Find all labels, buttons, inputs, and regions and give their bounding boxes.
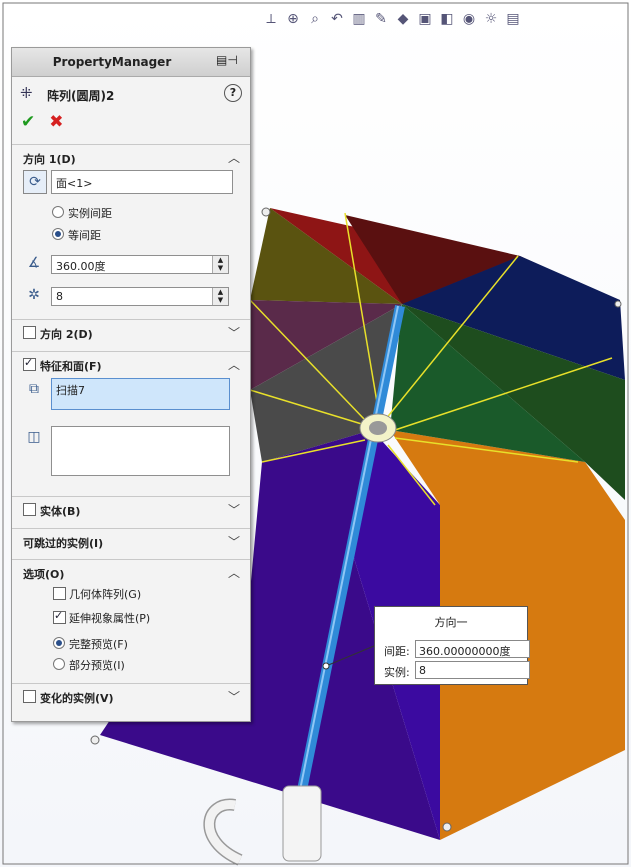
skip-instances-label: 可跳过的实例(I) xyxy=(23,537,104,550)
full-preview-radio[interactable] xyxy=(53,637,65,649)
equal-spacing-radio[interactable] xyxy=(52,228,64,240)
chevron-up-icon[interactable]: ︿ xyxy=(228,564,240,581)
full-preview-label: 完整预览(F) xyxy=(69,638,128,651)
feature-list-item[interactable]: 扫描7 xyxy=(56,382,85,398)
angle-spinner[interactable]: ▲ ▼ xyxy=(212,256,228,273)
dynamic-annotation-icon[interactable]: ✎ xyxy=(372,10,390,28)
skip-instances-header[interactable]: 可跳过的实例(I) ﹀ xyxy=(12,528,250,553)
scene-icon[interactable]: ☼ xyxy=(482,10,500,28)
direction1-label: 方向 1(D) xyxy=(23,153,76,166)
pin-icon[interactable]: ▤⊣ xyxy=(216,53,244,70)
view-orient-icon[interactable]: ⟂ xyxy=(262,10,280,28)
bodies-header[interactable]: 实体(B) ﹀ xyxy=(12,496,250,521)
faces-icon: ◫ xyxy=(27,429,41,445)
instance-spacing-label: 实例间距 xyxy=(68,207,112,220)
bodies-checkbox[interactable] xyxy=(23,503,36,516)
features-list[interactable]: 扫描7 xyxy=(51,378,230,410)
partial-preview-radio[interactable] xyxy=(53,658,65,670)
direction-callout: 方向一 间距: 360.00000000度 实例: 8 xyxy=(374,606,530,685)
zoom-area-icon[interactable]: ⌕ xyxy=(306,10,324,28)
callout-spacing-row: 间距: 360.00000000度 xyxy=(380,640,530,658)
equal-spacing-label: 等间距 xyxy=(68,229,101,242)
property-manager: PropertyManager ▤⊣ ⁜ 阵列(圆周)2 ? ✔ ✖ 方向 1(… xyxy=(11,47,251,722)
ok-button[interactable]: ✔ xyxy=(21,112,35,132)
features-faces-header[interactable]: 特征和面(F) ︿ xyxy=(12,351,250,376)
instance-spacing-radio[interactable] xyxy=(52,206,64,218)
chevron-up-icon[interactable]: ︿ xyxy=(228,356,240,373)
umbrella-handle xyxy=(282,785,322,862)
chevron-down-icon[interactable]: ﹀ xyxy=(228,688,240,705)
pm-title: PropertyManager xyxy=(52,55,172,69)
callout-instances-label: 实例: xyxy=(384,666,410,679)
bodies-label: 实体(B) xyxy=(40,505,81,518)
callout-spacing-label: 间距: xyxy=(384,645,410,658)
settings-icon[interactable]: ▤ xyxy=(504,10,522,28)
hide-show-icon[interactable]: ◧ xyxy=(438,10,456,28)
direction2-header[interactable]: 方向 2(D) ﹀ xyxy=(12,319,250,344)
appearance-icon[interactable]: ◉ xyxy=(460,10,478,28)
varying-instances-checkbox[interactable] xyxy=(23,690,36,703)
instance-count-icon: ✲ xyxy=(28,287,40,303)
zoom-fit-icon[interactable]: ⊕ xyxy=(284,10,302,28)
angle-icon: ∡ xyxy=(27,255,41,271)
section-view-icon[interactable]: ▥ xyxy=(350,10,368,28)
faces-list[interactable] xyxy=(51,426,230,476)
options-label: 选项(O) xyxy=(23,568,65,581)
angle-field[interactable]: 360.00度 ▲ ▼ xyxy=(51,255,229,274)
features-faces-label: 特征和面(F) xyxy=(40,360,102,373)
features-icon: ⧉ xyxy=(29,381,39,397)
features-faces-checkbox[interactable] xyxy=(23,356,36,371)
varying-instances-header[interactable]: 变化的实例(V) ﹀ xyxy=(12,683,250,708)
callout-spacing-field[interactable]: 360.00000000度 xyxy=(415,640,530,658)
varying-instances-label: 变化的实例(V) xyxy=(40,692,114,705)
angle-value: 360.00度 xyxy=(56,260,106,273)
geometry-pattern-checkbox[interactable] xyxy=(53,587,66,600)
chevron-up-icon[interactable]: ︿ xyxy=(228,149,240,166)
heads-up-toolbar: ⟂ ⊕ ⌕ ↶ ▥ ✎ ◆ ▣ ◧ ◉ ☼ ▤ xyxy=(262,8,522,30)
direction2-label: 方向 2(D) xyxy=(40,328,93,341)
chevron-down-icon[interactable]: ﹀ xyxy=(228,501,240,518)
count-spinner[interactable]: ▲ ▼ xyxy=(212,288,228,305)
callout-instances-value: 8 xyxy=(419,664,426,677)
cancel-button[interactable]: ✖ xyxy=(49,112,63,132)
callout-instances-field[interactable]: 8 xyxy=(415,661,530,679)
axis-face-field[interactable]: 面<1> xyxy=(51,170,233,194)
circular-pattern-icon: ⁜ xyxy=(20,84,33,102)
reverse-direction-icon[interactable]: ⟳ xyxy=(23,170,47,194)
direction1-header[interactable]: 方向 1(D) ︿ xyxy=(12,144,250,169)
callout-instances-row: 实例: 8 xyxy=(380,661,530,679)
propagate-visual-label: 延伸视象属性(P) xyxy=(69,612,151,625)
window: ⟂ ⊕ ⌕ ↶ ▥ ✎ ◆ ▣ ◧ ◉ ☼ ▤ PropertyManager … xyxy=(0,0,631,867)
options-header[interactable]: 选项(O) ︿ xyxy=(12,559,250,584)
ok-cancel-group: ✔ ✖ xyxy=(21,112,64,132)
partial-preview-label: 部分预览(I) xyxy=(69,659,125,672)
count-value: 8 xyxy=(56,290,63,303)
chevron-down-icon[interactable]: ﹀ xyxy=(228,533,240,550)
chevron-down-icon[interactable]: ﹀ xyxy=(228,324,240,341)
callout-spacing-value: 360.00000000度 xyxy=(419,645,511,658)
feature-row: ⁜ 阵列(圆周)2 ? xyxy=(20,84,245,104)
feature-name: 阵列(圆周)2 xyxy=(47,89,115,103)
propagate-visual-checkbox[interactable] xyxy=(53,609,66,624)
direction2-checkbox[interactable] xyxy=(23,326,36,339)
display-style-icon[interactable]: ▣ xyxy=(416,10,434,28)
count-field[interactable]: 8 ▲ ▼ xyxy=(51,287,229,306)
pm-header: PropertyManager ▤⊣ xyxy=(12,48,250,77)
view-cube-icon[interactable]: ◆ xyxy=(394,10,412,28)
help-icon[interactable]: ? xyxy=(224,84,242,102)
previous-view-icon[interactable]: ↶ xyxy=(328,10,346,28)
callout-title: 方向一 xyxy=(434,616,468,629)
geometry-pattern-label: 几何体阵列(G) xyxy=(69,588,142,601)
